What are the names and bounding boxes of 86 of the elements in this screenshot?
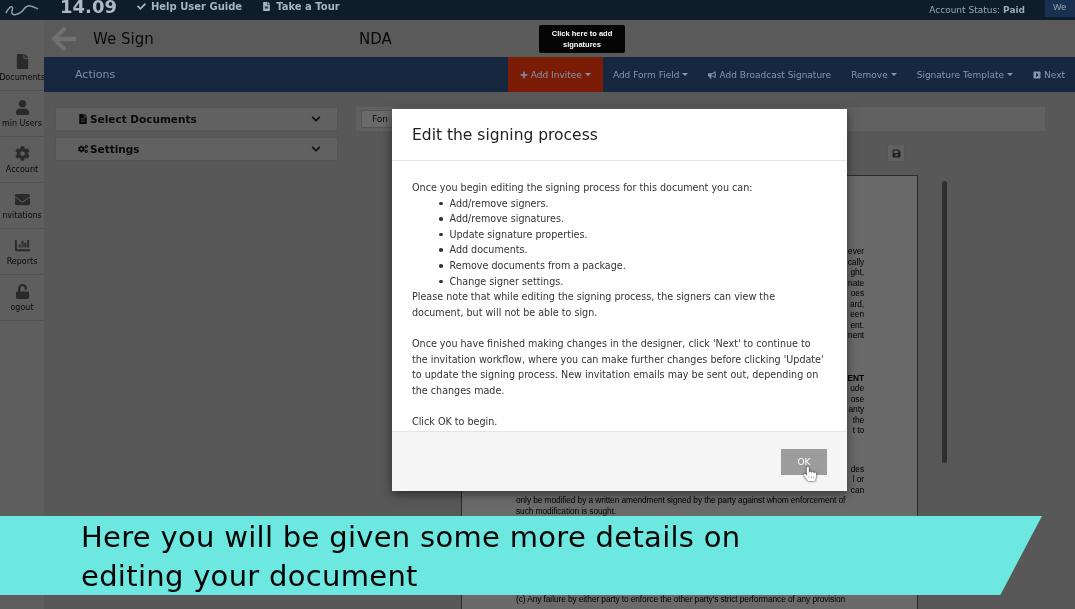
scrollbar[interactable] xyxy=(942,181,947,463)
hand-cursor-icon xyxy=(803,467,817,481)
document-text: anty xyxy=(848,404,864,415)
sidebar-label: Account xyxy=(5,164,39,174)
sidebar-item[interactable]: Reports xyxy=(0,229,44,275)
document-text: een xyxy=(850,309,864,320)
sidebar-item[interactable]: Account xyxy=(0,137,44,183)
top-link[interactable]: Take a Tour xyxy=(262,0,340,12)
padlock-icon xyxy=(14,283,30,299)
bullet-text: Change signer settings. xyxy=(449,274,564,289)
action-button[interactable]: Add Invitee xyxy=(507,57,603,92)
save-icon xyxy=(891,148,901,158)
document-text: l or xyxy=(852,474,864,485)
action-button[interactable]: Signature Template xyxy=(906,57,1024,92)
action-button[interactable]: Remove xyxy=(841,57,907,92)
next-icon xyxy=(1033,70,1042,79)
account-status: Account Status: Paid xyxy=(929,5,1025,15)
document-text: ever xyxy=(848,246,864,257)
bullet-text: Remove documents from a package. xyxy=(449,258,626,273)
document-text: the xyxy=(852,414,864,425)
document-text: (c) Any failure by either party to enforce the other party's strict performance of any provision xyxy=(516,594,845,605)
document-text: ght, xyxy=(850,267,864,278)
accordion-header[interactable]: Select Documents xyxy=(55,107,338,131)
megaphone-icon xyxy=(708,70,717,79)
file-icon xyxy=(14,53,30,69)
gear-icon xyxy=(14,145,30,161)
bullet-text: Add/remove signers. xyxy=(449,196,549,211)
document-icon xyxy=(262,1,272,11)
document-text: cally xyxy=(847,256,864,267)
bullet-dot xyxy=(439,248,443,252)
user-icon xyxy=(14,99,30,115)
accordion-header[interactable]: Settings xyxy=(55,137,338,161)
sidebar-label: Reports xyxy=(6,256,38,266)
caption-text: Here you will be given some more details on editing your document xyxy=(81,519,742,595)
document-text: can xyxy=(850,484,864,495)
app-name: We Sign xyxy=(93,29,155,48)
top-link[interactable]: Help User Guide xyxy=(136,0,243,12)
document-text: ude xyxy=(850,383,864,394)
user-menu-button[interactable]: We xyxy=(1045,0,1075,17)
modal-text: Once you begin editing the signing process for this document you can: xyxy=(412,181,754,195)
plus-icon xyxy=(519,70,528,79)
document-name: NDA xyxy=(359,29,392,48)
bullet-text: Add documents. xyxy=(449,243,528,258)
sidebar-item[interactable]: nvitations xyxy=(0,183,44,229)
modal-text: Please note that while editing the signing process, the signers can view the document, but will not be able to sign. xyxy=(412,290,777,320)
ok-button[interactable]: OK xyxy=(781,448,827,475)
sidebar-label: Documents xyxy=(0,72,45,82)
document-text: only be modified by a written amendment signed by the party against whom enforcement of xyxy=(516,495,846,506)
sidebar-label: min Users xyxy=(2,118,42,128)
bullet-dot xyxy=(439,217,443,221)
sidebar-item[interactable]: ogout xyxy=(0,275,44,321)
action-button[interactable]: Next xyxy=(1023,57,1075,92)
chevron-icon xyxy=(311,114,321,124)
document-text: ent. xyxy=(850,319,864,330)
document-text: nate xyxy=(848,277,864,288)
document-text: des xyxy=(850,463,864,474)
action-button[interactable]: Add Form Field xyxy=(602,57,699,92)
file-icon xyxy=(78,114,88,124)
bullet-dot xyxy=(439,279,443,284)
action-button[interactable]: Add Broadcast Signature xyxy=(698,57,842,92)
gears-icon xyxy=(78,144,88,154)
document-text: ard, xyxy=(849,298,864,309)
bar-chart-icon xyxy=(14,237,30,253)
modal-title: Edit the signing process xyxy=(392,109,847,161)
bullet-text: Add/remove signatures. xyxy=(449,212,565,227)
document-text: oes xyxy=(850,288,864,299)
chevron-icon xyxy=(311,144,321,154)
bullet-text: Update signature properties. xyxy=(449,227,588,242)
envelope-icon xyxy=(14,191,30,207)
modal-text: Click OK to begin. xyxy=(412,414,499,429)
document-text: ose xyxy=(850,393,864,404)
actions-title: Actions xyxy=(75,68,117,81)
document-text: t to xyxy=(852,425,864,436)
document-text: nent xyxy=(848,330,864,341)
modal-text: Once you have finished making changes in the designer, click 'Next' to continue to the invitation workflow, where you can make further changes before clicking 'Update' to update the signing process. New invitation emails may be sent out, depending on the changes made. xyxy=(412,336,825,398)
document-text: such modification is sought. xyxy=(516,505,617,516)
check-icon xyxy=(136,1,146,11)
bullet-dot xyxy=(439,232,443,237)
bullet-dot xyxy=(439,264,443,268)
document-text: ENT xyxy=(847,372,864,383)
save-button[interactable] xyxy=(887,144,905,162)
logo-icon xyxy=(4,3,40,17)
bullet-dot xyxy=(439,201,443,206)
sidebar-label: ogout xyxy=(10,302,34,312)
sidebar-item[interactable]: min Users xyxy=(0,91,44,137)
sidebar-label: nvitations xyxy=(2,210,42,220)
